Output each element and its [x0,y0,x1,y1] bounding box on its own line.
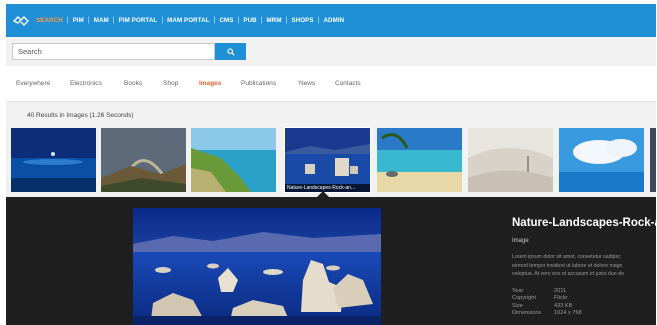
nav-item-mam[interactable]: MAM [94,17,109,24]
nav-separator: | [213,17,216,24]
image-thumbnail-selected[interactable]: Nature-Landscapes-Rock-an... [284,127,371,193]
search-button[interactable] [215,43,246,60]
meta-row-dimensions: Dimensions 1024 x 768 [512,310,582,317]
nav-item-shops[interactable]: SHOPS [291,17,313,24]
image-thumbnail[interactable] [650,128,656,192]
tab-publications[interactable]: Publications [241,80,276,87]
partial-image [650,128,656,192]
nav-separator: | [237,17,240,24]
image-detail-panel: Nature-Landscapes-Rock-an Image Lorem ip… [6,197,657,325]
image-description: Lorem ipsum dolor sit amet, consetetur s… [512,254,624,277]
nav-item-mam-portal[interactable]: MAM PORTAL [167,17,209,24]
image-preview[interactable] [133,208,381,325]
nav-separator: | [285,17,288,24]
nav-separator: | [260,17,263,24]
tab-images[interactable]: Images [199,80,221,87]
tab-shop[interactable]: Shop [163,80,178,87]
rock-lake-preview-image [133,208,381,325]
image-title: Nature-Landscapes-Rock-an [512,217,657,229]
meta-row-size: Size 433 KB [512,302,573,309]
tab-news[interactable]: News [299,80,315,87]
image-thumbnail[interactable] [101,128,186,192]
result-count: 40 Results in Images (1.26 Seconds) [27,112,134,119]
image-type: Image [512,238,529,244]
sand-dunes-image [468,128,553,192]
nav-separator: | [112,17,115,24]
search-icon [226,47,235,56]
nav-item-search[interactable]: SEARCH [36,17,63,24]
tab-books[interactable]: Books [124,80,142,87]
image-thumbnail[interactable] [559,128,644,192]
logo-icon[interactable] [12,15,30,27]
tab-everywhere[interactable]: Everywhere [16,80,50,87]
category-tabs: Everywhere Electronics Books Shop Images… [6,66,656,102]
rock-lake-image [285,128,370,192]
nav-item-pub[interactable]: PUB [243,17,256,24]
night-sea-image [11,128,96,192]
results-area: 40 Results in Images (1.26 Seconds) Natu… [6,102,656,197]
tab-contacts[interactable]: Contacts [335,80,361,87]
image-thumbnail[interactable] [11,128,96,192]
nav-separator: | [317,17,320,24]
nav-separator: | [161,17,164,24]
nav-item-admin[interactable]: ADMIN [323,17,344,24]
meta-row-year: Year 2011 [512,287,567,294]
image-info: Nature-Landscapes-Rock-an Image Lorem ip… [512,217,657,318]
image-thumbnail[interactable] [468,128,553,192]
nav-item-pim[interactable]: PIM [73,17,84,24]
nav-item-pim-portal[interactable]: PIM PORTAL [119,17,158,24]
nav-separator: | [87,17,90,24]
clouds-sea-image [559,128,644,192]
tropical-beach-image [377,128,462,192]
nav-item-mrm[interactable]: MRM [267,17,282,24]
top-navigation-bar: SEARCH | PIM | MAM | PIM PORTAL | MAM PO… [6,4,656,37]
nav-separator: | [66,17,69,24]
main-nav: SEARCH | PIM | MAM | PIM PORTAL | MAM PO… [36,17,344,24]
tab-electronics[interactable]: Electronics [70,80,102,87]
image-metadata: Year 2011 Copyright Flickr Size 433 KB D… [512,288,657,318]
image-thumbnail[interactable] [191,128,276,192]
nav-item-cms[interactable]: CMS [219,17,233,24]
meta-row-copyright: Copyright Flickr [512,295,568,302]
search-bar [6,37,656,66]
rainbow-valley-image [101,128,186,192]
search-input[interactable] [12,43,215,60]
green-coast-image [191,128,276,192]
image-thumbnail[interactable] [377,128,462,192]
